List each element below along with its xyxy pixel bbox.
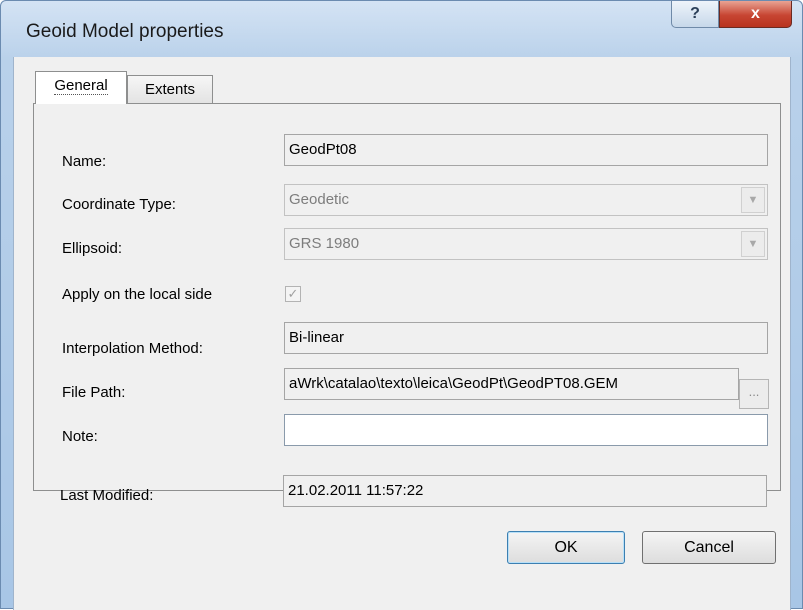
coordinate-type-label: Coordinate Type: [62,196,176,213]
ellipsoid-value: GRS 1980 [289,235,360,252]
chevron-down-icon[interactable]: ▼ [741,231,765,257]
tab-extents-label: Extents [144,81,196,98]
help-button[interactable]: ? [671,1,719,28]
coordinate-type-value: Geodetic [289,191,350,208]
ellipsoid-label: Ellipsoid: [62,240,123,257]
dialog-client-area: General Extents Name: GeodPt08 Coordinat… [13,57,791,610]
name-field[interactable]: GeodPt08 [284,134,768,166]
last-modified-label: Last Modified: [60,487,154,504]
interpolation-label: Interpolation Method: [62,340,203,357]
tab-general[interactable]: General [35,71,127,104]
chevron-down-icon[interactable]: ▼ [741,187,765,213]
file-path-label: File Path: [62,384,126,401]
dialog-window: Geoid Model properties ? x General Exten… [0,0,803,610]
file-path-field[interactable]: aWrk\catalao\texto\leica\GeodPt\GeodPT08… [284,368,739,400]
apply-local-checkbox[interactable]: ✓ [285,286,301,302]
note-label: Note: [62,428,98,445]
close-button[interactable]: x [719,1,792,28]
cancel-button[interactable]: Cancel [642,531,776,564]
apply-local-label: Apply on the local side [62,286,213,303]
last-modified-field[interactable]: 21.02.2011 11:57:22 [283,475,767,507]
tab-extents[interactable]: Extents [127,75,213,105]
browse-button[interactable]: ... [739,379,769,409]
checkmark-icon: ✓ [287,286,299,301]
tab-general-label: General [54,77,108,95]
interpolation-field[interactable]: Bi-linear [284,322,768,354]
name-label: Name: [62,153,107,170]
coordinate-type-select[interactable]: Geodetic ▼ [284,184,768,216]
window-title: Geoid Model properties [26,21,224,42]
ok-button[interactable]: OK [507,531,625,564]
general-tab-panel: Name: GeodPt08 Coordinate Type: Geodetic… [33,103,781,491]
note-input[interactable] [284,414,768,446]
ellipsoid-select[interactable]: GRS 1980 ▼ [284,228,768,260]
